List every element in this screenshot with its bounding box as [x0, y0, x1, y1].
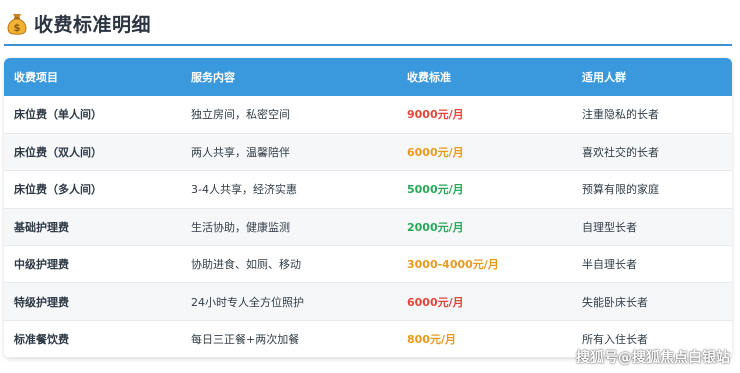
table-row: 中级护理费 协助进食、如厕、移动 3000-4000元/月 半自理长者: [4, 245, 732, 283]
cell-audience: 自理型长者: [582, 220, 637, 234]
title-group: $ 收费标准明细: [6, 10, 151, 37]
cell-service: 3-4人共享，经济实惠: [191, 183, 297, 197]
table-row: 床位费（单人间） 独立房间，私密空间 9000元/月 注重隐私的长者: [4, 96, 732, 134]
cell-item: 床位费（多人间）: [14, 183, 102, 197]
cell-service: 协助进食、如厕、移动: [191, 258, 301, 272]
cell-audience: 失能卧床长者: [582, 295, 648, 309]
cell-price: 6000元/月: [407, 146, 464, 160]
cell-price: 9000元/月: [407, 108, 464, 122]
cell-item: 中级护理费: [14, 258, 69, 272]
svg-text:$: $: [14, 23, 21, 34]
table-row: 床位费（多人间） 3-4人共享，经济实惠 5000元/月 预算有限的家庭: [4, 170, 732, 209]
table-row: 基础护理费 生活协助，健康监测 2000元/月 自理型长者: [4, 208, 732, 246]
cell-price: 3000-4000元/月: [407, 258, 499, 272]
cell-service: 24小时专人全方位照护: [191, 295, 304, 309]
cell-item: 基础护理费: [14, 220, 69, 234]
table-row: 特级护理费 24小时专人全方位照护 6000元/月 失能卧床长者: [4, 282, 732, 321]
cell-item: 床位费（双人间）: [14, 146, 102, 160]
fee-table: 收费项目 服务内容 收费标准 适用人群 床位费（单人间） 独立房间，私密空间 900…: [4, 58, 732, 358]
cell-price: 5000元/月: [407, 183, 464, 197]
money-bag-icon: $: [6, 12, 28, 36]
watermark: 搜狐号@搜狐焦点白银站: [576, 350, 730, 366]
table-header-row: 收费项目 服务内容 收费标准 适用人群: [4, 58, 732, 96]
cell-item: 床位费（单人间）: [14, 108, 102, 122]
cell-item: 特级护理费: [14, 295, 69, 309]
table-row: 床位费（双人间） 两人共享，温馨陪伴 6000元/月 喜欢社交的长者: [4, 133, 732, 171]
column-header-audience: 适用人群: [582, 71, 626, 84]
cell-item: 标准餐饮费: [14, 333, 69, 347]
cell-service: 生活协助，健康监测: [191, 220, 290, 234]
cell-service: 每日三正餐+两次加餐: [191, 333, 300, 347]
cell-service: 两人共享，温馨陪伴: [191, 146, 290, 160]
column-header-item: 收费项目: [14, 71, 58, 84]
cell-price: 800元/月: [407, 333, 456, 347]
page-title: 收费标准明细: [34, 14, 152, 36]
cell-price: 6000元/月: [407, 295, 464, 309]
fee-table-card: 收费项目 服务内容 收费标准 适用人群 床位费（单人间） 独立房间，私密空间 900…: [4, 58, 732, 358]
column-header-service: 服务内容: [191, 71, 235, 84]
page-header: $ 收费标准明细: [4, 6, 732, 46]
cell-audience: 半自理长者: [582, 258, 637, 272]
cell-audience: 预算有限的家庭: [582, 183, 659, 197]
cell-service: 独立房间，私密空间: [191, 108, 290, 122]
cell-audience: 喜欢社交的长者: [582, 146, 659, 160]
column-header-price: 收费标准: [407, 71, 451, 84]
cell-price: 2000元/月: [407, 220, 464, 234]
cell-audience: 注重隐私的长者: [582, 108, 659, 122]
